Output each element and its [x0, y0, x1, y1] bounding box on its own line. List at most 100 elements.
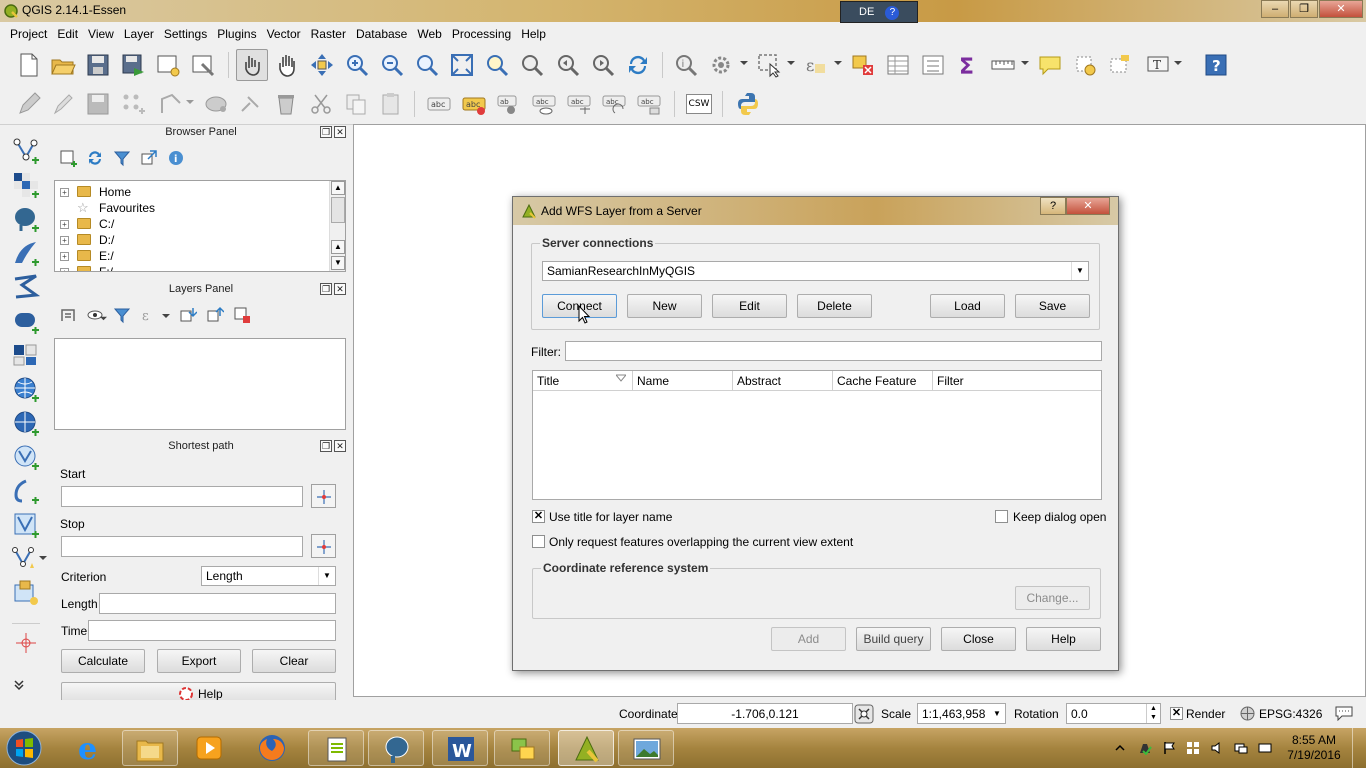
- scrollbar-thumb[interactable]: [331, 197, 345, 223]
- dropdown-arrow-icon[interactable]: [100, 315, 107, 322]
- close-window-button[interactable]: ✕: [1319, 0, 1363, 18]
- identify-features-icon[interactable]: i: [673, 52, 699, 78]
- new-print-composer-icon[interactable]: [155, 52, 181, 78]
- dialog-close-button[interactable]: ✕: [1066, 197, 1110, 215]
- node-tool-icon[interactable]: [203, 91, 229, 117]
- column-header-abstract[interactable]: Abstract: [733, 371, 833, 391]
- menu-database[interactable]: Database: [351, 23, 412, 45]
- messages-icon[interactable]: [1335, 705, 1353, 721]
- add-virtual-layer-icon[interactable]: [12, 511, 40, 539]
- filter-legend-icon[interactable]: [113, 306, 131, 324]
- language-tray-icon[interactable]: [1258, 741, 1272, 755]
- layers-table[interactable]: Title Name Abstract Cache Feature Filter: [532, 370, 1102, 500]
- language-help-icon[interactable]: ?: [885, 6, 900, 20]
- scroll-up-icon[interactable]: ▲: [331, 240, 345, 254]
- scale-select[interactable]: 1:1,463,958 ▼: [917, 703, 1006, 724]
- collapse-all-icon[interactable]: [206, 306, 224, 324]
- tree-item[interactable]: + C:/: [55, 216, 325, 232]
- add-vector-layer-icon[interactable]: [12, 137, 40, 165]
- highlight-pinned-labels-icon[interactable]: ab: [496, 91, 522, 117]
- expand-icon[interactable]: +: [60, 220, 69, 229]
- move-feature-icon[interactable]: [158, 91, 184, 117]
- tree-item[interactable]: + E:/: [55, 248, 325, 264]
- touch-zoom-pan-icon[interactable]: [239, 52, 265, 78]
- change-crs-button[interactable]: Change...: [1015, 586, 1090, 610]
- map-tips-icon[interactable]: [1037, 52, 1063, 78]
- enable-properties-icon[interactable]: i: [167, 149, 185, 167]
- keep-dialog-open-checkbox[interactable]: [995, 510, 1008, 523]
- refresh-icon[interactable]: [86, 149, 104, 167]
- select-by-expression-icon[interactable]: ε: [803, 52, 829, 78]
- calculate-button[interactable]: Calculate: [61, 649, 145, 673]
- csw-icon[interactable]: CSW: [686, 94, 712, 114]
- length-field[interactable]: [99, 593, 336, 614]
- zoom-next-icon[interactable]: [590, 52, 616, 78]
- current-edits-icon[interactable]: [16, 91, 42, 117]
- add-wfs-layer-icon[interactable]: [12, 443, 40, 471]
- rotation-spinbox[interactable]: 0.0 ▲ ▼: [1066, 703, 1161, 724]
- taskbar-internet-explorer[interactable]: e: [62, 730, 118, 766]
- menu-layer[interactable]: Layer: [119, 23, 159, 45]
- use-title-checkbox[interactable]: ✕: [532, 510, 545, 523]
- close-panel-button[interactable]: ✕: [334, 440, 346, 452]
- measure-line-icon[interactable]: [990, 52, 1016, 78]
- server-connection-select[interactable]: SamianResearchInMyQGIS ▼: [542, 261, 1089, 281]
- save-project-icon[interactable]: [85, 52, 111, 78]
- dropdown-arrow-icon[interactable]: [186, 98, 194, 106]
- menu-raster[interactable]: Raster: [306, 23, 351, 45]
- layers-list[interactable]: [54, 338, 346, 430]
- taskbar-photo-viewer[interactable]: [618, 730, 674, 766]
- expand-icon[interactable]: +: [60, 188, 69, 197]
- zoom-to-selection-icon[interactable]: [484, 52, 510, 78]
- render-checkbox[interactable]: ✕: [1170, 707, 1183, 720]
- zoom-in-icon[interactable]: [344, 52, 370, 78]
- dropdown-arrow-icon[interactable]: [38, 554, 48, 562]
- only-request-extent-checkbox[interactable]: [532, 535, 545, 548]
- restore-button[interactable]: ❐: [1290, 0, 1318, 18]
- taskbar-word[interactable]: W: [432, 730, 488, 766]
- filter-input[interactable]: [565, 341, 1102, 361]
- show-desktop-button[interactable]: [1352, 728, 1366, 768]
- dropdown-arrow-icon[interactable]: [1174, 59, 1182, 67]
- load-button[interactable]: Load: [930, 294, 1005, 318]
- statistical-summary-icon[interactable]: Σ: [955, 52, 981, 78]
- crs-globe-icon[interactable]: [1240, 706, 1255, 721]
- save-layer-edits-icon[interactable]: [85, 91, 111, 117]
- float-panel-button[interactable]: ❐: [320, 126, 332, 138]
- add-button[interactable]: Add: [771, 627, 846, 651]
- dialog-titlebar[interactable]: Add WFS Layer from a Server ? ✕: [513, 197, 1118, 225]
- taskbar-clock[interactable]: 8:55 AM 7/19/2016: [1284, 733, 1344, 763]
- add-oracle-layer-icon[interactable]: [12, 341, 40, 369]
- float-panel-button[interactable]: ❐: [320, 283, 332, 295]
- pan-map-icon[interactable]: [274, 52, 300, 78]
- column-header-name[interactable]: Name: [633, 371, 733, 391]
- help-contents-icon[interactable]: ?: [1203, 52, 1229, 78]
- change-label-icon[interactable]: abc: [636, 91, 662, 117]
- new-button[interactable]: New: [627, 294, 702, 318]
- tree-item[interactable]: + D:/: [55, 232, 325, 248]
- crs-label[interactable]: EPSG:4326: [1259, 707, 1322, 721]
- python-console-icon[interactable]: [735, 91, 761, 117]
- expand-all-icon[interactable]: [179, 306, 197, 324]
- expand-icon[interactable]: +: [60, 252, 69, 261]
- deselect-features-icon[interactable]: [850, 52, 876, 78]
- collapse-all-icon[interactable]: [140, 149, 158, 167]
- add-postgis-layer-icon[interactable]: [12, 205, 40, 233]
- pan-to-selection-icon[interactable]: [309, 52, 335, 78]
- add-wcs-layer-icon[interactable]: [12, 409, 40, 437]
- show-hide-labels-icon[interactable]: abc: [531, 91, 557, 117]
- dropdown-arrow-icon[interactable]: [787, 59, 795, 67]
- taskbar-media-player[interactable]: [182, 730, 238, 766]
- spin-arrows-icon[interactable]: ▲ ▼: [1146, 704, 1160, 723]
- dialog-help-button[interactable]: ?: [1040, 197, 1066, 215]
- menu-vector[interactable]: Vector: [262, 23, 306, 45]
- taskbar-winscp[interactable]: [494, 730, 550, 766]
- toggle-extents-icon[interactable]: [854, 704, 874, 724]
- add-mssql-layer-icon[interactable]: [12, 273, 40, 301]
- stop-point-field[interactable]: [61, 536, 303, 557]
- menu-web[interactable]: Web: [412, 23, 446, 45]
- add-raster-layer-icon[interactable]: [12, 171, 40, 199]
- export-button[interactable]: Export: [157, 649, 241, 673]
- pin-labels-icon[interactable]: abc: [461, 91, 487, 117]
- dropdown-arrow-icon[interactable]: [740, 59, 748, 67]
